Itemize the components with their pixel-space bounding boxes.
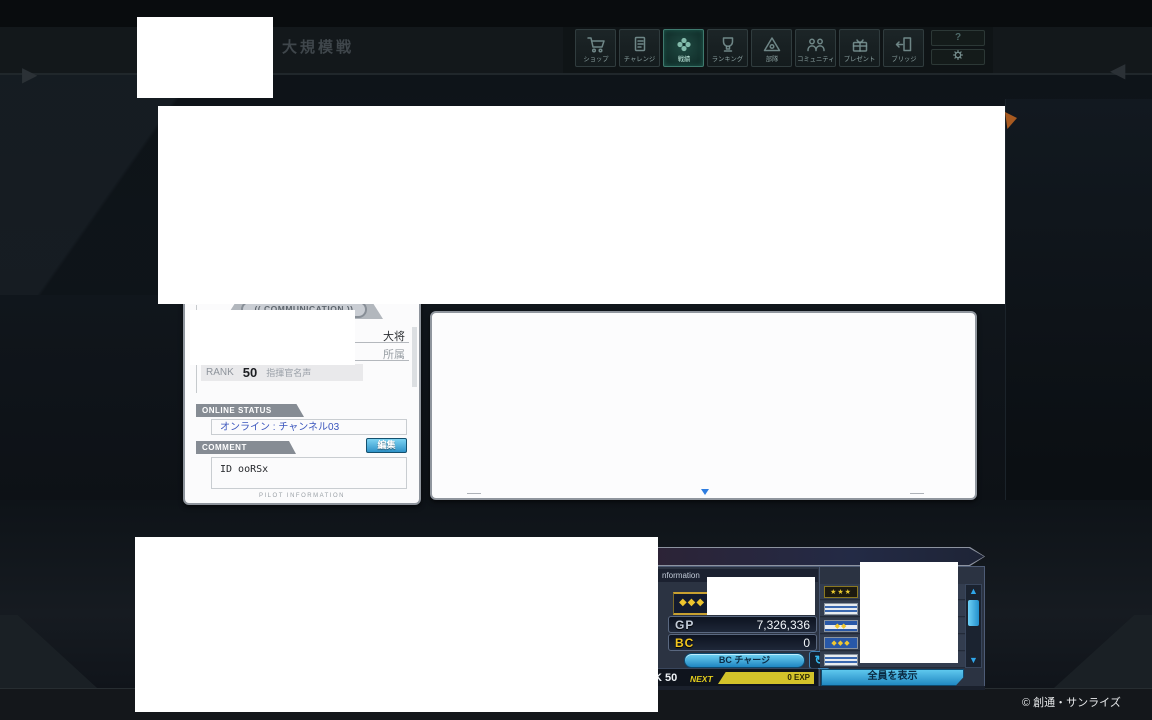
- gp-label: GP: [675, 618, 694, 632]
- nav-ranking-button[interactable]: ランキング: [707, 29, 748, 67]
- background-beam: [1005, 99, 1152, 559]
- edit-comment-button[interactable]: 編集: [366, 438, 407, 453]
- scrollbar-thumb[interactable]: [968, 600, 979, 626]
- redaction-box: [135, 537, 658, 712]
- scroll-down-icon[interactable]: ▼: [966, 654, 981, 667]
- left-page-arrow-icon: ▶: [22, 62, 37, 87]
- scroll-up-icon[interactable]: ▲: [966, 585, 981, 598]
- rank-caption: 指揮官名声: [266, 366, 311, 379]
- panel-footer-label: PILOT INFORMATION: [185, 493, 419, 499]
- nav-shop-button[interactable]: ショップ: [575, 29, 616, 67]
- member-list-scrollbar[interactable]: ▲ ▼: [965, 584, 982, 668]
- redaction-box: [190, 310, 355, 365]
- show-all-members-button[interactable]: 全員を表示: [821, 669, 964, 686]
- nav-label: チャレンジ: [624, 55, 655, 64]
- cart-icon: [584, 36, 608, 54]
- bc-value: 0: [803, 636, 810, 650]
- rank-insignia-three-gold-diamonds: ◆◆◆: [824, 637, 858, 649]
- gp-row: GP 7,326,336: [668, 616, 817, 633]
- scroll-down-indicator-icon: [701, 489, 709, 495]
- rank-value: 50: [243, 365, 257, 380]
- rank-label: RANK: [206, 367, 234, 378]
- exp-progress-bar: 0 EXP: [718, 672, 814, 684]
- panel-side-decoration: [412, 327, 417, 387]
- nav-bridge-button[interactable]: ブリッジ: [883, 29, 924, 67]
- next-label: NEXT: [690, 674, 713, 684]
- communication-detail-panel: [430, 311, 977, 500]
- nav-label: ランキング: [712, 55, 743, 64]
- bc-charge-button[interactable]: BC チャージ: [684, 653, 805, 668]
- help-button[interactable]: ?: [931, 30, 985, 46]
- nav-battle-record-button[interactable]: 戦績: [663, 29, 704, 67]
- bc-label: BC: [675, 636, 694, 650]
- nav-label: コミュニティ: [797, 55, 834, 64]
- nav-label: ブリッジ: [891, 55, 916, 64]
- nav-label: 戦績: [677, 55, 690, 64]
- flower-icon: [672, 36, 696, 54]
- nav-label: ショップ: [583, 55, 608, 64]
- redaction-box: [137, 17, 273, 98]
- rank-insignia-stripes: [824, 603, 858, 615]
- comment-text: ID ooRSx: [211, 457, 407, 489]
- nav-present-button[interactable]: プレゼント: [839, 29, 880, 67]
- settings-button[interactable]: [931, 49, 985, 65]
- rank-insignia-two-gold-diamonds: ◆◆: [824, 620, 858, 632]
- people-icon: [804, 36, 828, 54]
- squad-icon: [760, 36, 784, 54]
- screen-title: 大規模戦: [282, 36, 354, 57]
- redaction-box: [707, 577, 815, 615]
- top-navigation: ショップ チャレンジ 戦績 ランキング 部隊 コミュニティ プレゼント ブリッ: [575, 29, 927, 67]
- rank-insignia-stripes: [824, 654, 858, 666]
- status-panel-bottom-trim: [652, 686, 985, 690]
- redaction-box: [860, 562, 958, 663]
- redaction-box: [158, 106, 1005, 304]
- bc-row: BC 0: [668, 634, 817, 651]
- nav-squad-button[interactable]: 部隊: [751, 29, 792, 67]
- panel-notch: [910, 493, 924, 494]
- online-status-header: ONLINE STATUS: [196, 404, 304, 417]
- panel-notch: [467, 493, 481, 494]
- comment-header: COMMENT: [196, 441, 296, 454]
- player-rank-insignia: ◆◆◆: [673, 592, 711, 615]
- door-icon: [892, 36, 916, 54]
- rank-progress-strip: K 50 NEXT 0 EXP: [645, 668, 818, 686]
- gift-icon: [848, 36, 872, 54]
- rank-insignia-three-gold-stars: ★★★: [824, 586, 858, 598]
- gear-icon: [951, 48, 965, 67]
- nav-label: 部隊: [765, 55, 778, 64]
- document-icon: [628, 36, 652, 54]
- rank-row: RANK 50 指揮官名声: [201, 364, 363, 381]
- gp-value: 7,326,336: [757, 618, 810, 632]
- copyright-text: © 創通・サンライズ: [1022, 694, 1121, 710]
- online-status-value: オンライン : チャンネル03: [211, 419, 407, 435]
- nav-challenge-button[interactable]: チャレンジ: [619, 29, 660, 67]
- right-page-arrow-icon: ◀: [1110, 58, 1125, 83]
- nav-label: プレゼント: [844, 55, 876, 64]
- nav-community-button[interactable]: コミュニティ: [795, 29, 836, 67]
- trophy-icon: [716, 36, 740, 54]
